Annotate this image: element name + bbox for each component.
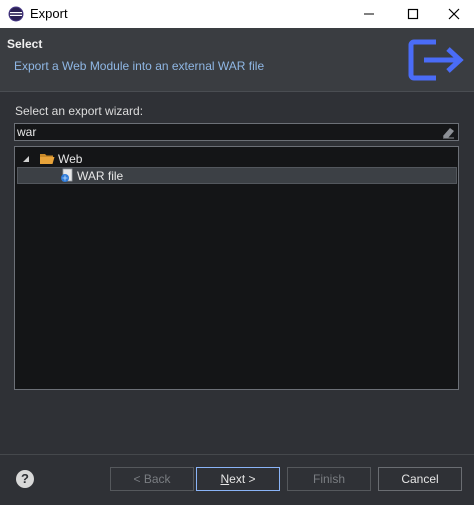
tree-item-label: WAR file (77, 169, 124, 183)
close-icon (448, 8, 460, 20)
cancel-button[interactable]: Cancel (378, 467, 462, 491)
minimize-icon (364, 13, 374, 15)
title-bar: Export (0, 0, 474, 28)
next-mnemonic: N (220, 472, 230, 486)
eclipse-icon (8, 6, 24, 22)
wizard-header: Select Export a Web Module into an exter… (0, 28, 474, 92)
tree-item-label: Web (58, 152, 83, 166)
page-description: Export a Web Module into an external WAR… (14, 59, 265, 73)
maximize-icon (407, 8, 419, 20)
tree-item-war-file[interactable]: WAR file (17, 167, 457, 184)
back-button[interactable]: < Back (110, 467, 194, 491)
button-bar: ? < Back Next > Finish Cancel (0, 454, 474, 505)
tree-item-web[interactable]: Web (15, 150, 458, 167)
close-button[interactable] (431, 0, 474, 28)
folder-open-icon (40, 154, 55, 164)
help-button[interactable]: ? (16, 470, 34, 488)
window-title: Export (30, 6, 68, 21)
finish-button[interactable]: Finish (287, 467, 371, 491)
filter-input[interactable] (17, 124, 427, 140)
wizard-content: Select an export wizard: Web WAR file (0, 92, 474, 454)
export-icon (408, 39, 464, 81)
eraser-icon[interactable] (440, 125, 456, 139)
filter-field[interactable] (14, 123, 459, 141)
next-button[interactable]: Next > (196, 467, 280, 491)
wizard-label: Select an export wizard: (15, 104, 144, 118)
page-title: Select (7, 37, 43, 51)
expand-arrow-icon[interactable] (22, 155, 30, 163)
next-label: ext > (229, 472, 256, 486)
wizard-tree[interactable]: Web WAR file (14, 146, 459, 390)
minimize-button[interactable] (346, 0, 392, 28)
maximize-button[interactable] (390, 0, 436, 28)
war-file-icon (61, 168, 73, 182)
